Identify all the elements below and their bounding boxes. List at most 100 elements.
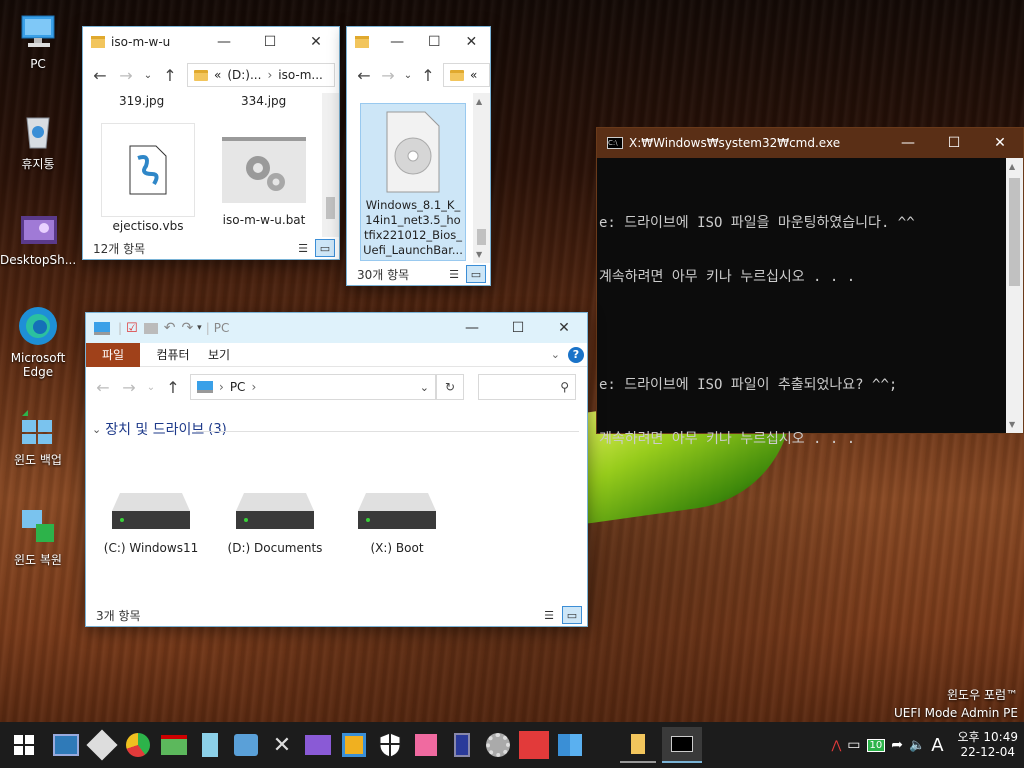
taskbar-app-anydesk-icon[interactable] xyxy=(516,727,552,763)
large-icons-view-button[interactable]: ▭ xyxy=(466,265,486,283)
minimize-button[interactable]: — xyxy=(379,27,416,57)
minimize-button[interactable]: — xyxy=(885,128,931,158)
taskbar-app-shield-icon[interactable] xyxy=(372,727,408,763)
close-button[interactable]: ✕ xyxy=(293,27,339,57)
file-name[interactable]: 334.jpg xyxy=(241,94,286,108)
section-header[interactable]: ⌄ 장치 및 드라이브 (3) xyxy=(92,419,227,439)
vertical-scrollbar[interactable]: ▲ ▼ xyxy=(1006,158,1023,433)
taskbar-app-network-icon[interactable] xyxy=(228,727,264,763)
new-folder-icon[interactable] xyxy=(143,322,158,334)
forward-arrow-icon[interactable]: → xyxy=(117,66,135,85)
title-bar[interactable]: | ☑ ↶ ↷ ▾ | PC — ☐ ✕ xyxy=(86,313,587,343)
vertical-scrollbar[interactable]: ▲ ▼ xyxy=(473,93,490,263)
console-output[interactable]: e: 드라이브에 ISO 파일을 마운팅하였습니다. ^^ 계속하려면 아무 키… xyxy=(597,158,1023,484)
title-bar[interactable]: — ☐ ✕ xyxy=(347,27,490,57)
explorer-window-iso-files[interactable]: — ☐ ✕ ← → ⌄ ↑ « Windows_8.1_K_ 14in1_net… xyxy=(346,26,491,286)
explorer-window-pc[interactable]: | ☑ ↶ ↷ ▾ | PC — ☐ ✕ 파일 컴퓨터 보기 ⌄ ? ← → ⌄… xyxy=(85,312,588,627)
desktop-icon-backup[interactable]: 윈도 백업 xyxy=(0,404,76,468)
tray-badge[interactable]: 10 xyxy=(866,738,886,752)
scrollbar-thumb[interactable] xyxy=(477,229,486,245)
large-icons-view-button[interactable]: ▭ xyxy=(315,239,335,257)
file-item-selected[interactable]: Windows_8.1_K_ 14in1_net3.5_ho tfix22101… xyxy=(360,103,466,261)
taskbar-app-desktop-icon[interactable] xyxy=(300,727,336,763)
drive-item-c[interactable]: (C:) Windows11 xyxy=(96,489,206,555)
details-view-button[interactable]: ☰ xyxy=(444,265,464,283)
up-arrow-icon[interactable]: ↑ xyxy=(161,66,179,85)
scrollbar-thumb[interactable] xyxy=(1009,178,1020,286)
taskbar-app-settings-icon[interactable] xyxy=(480,727,516,763)
address-segment[interactable]: iso-m... xyxy=(278,68,323,82)
desktop-icon-recycle-bin[interactable]: 휴지통 xyxy=(0,108,76,172)
help-icon[interactable]: ? xyxy=(568,346,584,363)
tray-network-icon[interactable]: ▭ xyxy=(847,737,860,753)
address-dropdown-icon[interactable]: ⌄ xyxy=(420,381,429,394)
taskbar-app-store-icon[interactable] xyxy=(408,727,444,763)
chevron-down-icon[interactable]: ⌄ xyxy=(143,70,153,81)
close-button[interactable]: ✕ xyxy=(977,128,1023,158)
scroll-down-icon[interactable]: ▼ xyxy=(1009,420,1015,429)
scroll-down-icon[interactable]: ▼ xyxy=(476,250,482,259)
tray-share-icon[interactable]: ➦ xyxy=(891,737,903,753)
drive-item-d[interactable]: (D:) Documents xyxy=(220,489,330,555)
maximize-button[interactable]: ☐ xyxy=(495,313,541,343)
large-icons-view-button[interactable]: ▭ xyxy=(562,606,582,624)
taskbar-app-tools-icon[interactable]: ✕ xyxy=(264,727,300,763)
expand-ribbon-icon[interactable]: ⌄ xyxy=(551,348,560,361)
taskbar-app-partition-icon[interactable] xyxy=(120,727,156,763)
address-segment[interactable]: (D:)... xyxy=(227,68,261,82)
refresh-icon[interactable]: ↻ xyxy=(436,374,464,400)
taskbar-file-explorer-button[interactable] xyxy=(620,727,656,763)
forward-arrow-icon[interactable]: → xyxy=(120,378,138,397)
scrollbar-thumb[interactable] xyxy=(326,197,335,219)
file-name[interactable]: 319.jpg xyxy=(119,94,164,108)
details-view-button[interactable]: ☰ xyxy=(293,239,313,257)
title-bar[interactable]: iso-m-w-u — ☐ ✕ xyxy=(83,27,339,57)
back-arrow-icon[interactable]: ← xyxy=(94,378,112,397)
undo-icon[interactable]: ↶ xyxy=(164,320,176,336)
file-list[interactable]: Windows_8.1_K_ 14in1_net3.5_ho tfix22101… xyxy=(347,93,473,263)
explorer-window-iso[interactable]: iso-m-w-u — ☐ ✕ ← → ⌄ ↑ « (D:)... › iso-… xyxy=(82,26,340,260)
chevron-down-icon[interactable]: ⌄ xyxy=(146,382,156,393)
taskbar-app-backup-icon[interactable] xyxy=(156,727,192,763)
customize-toolbar-icon[interactable]: ▾ xyxy=(197,323,202,333)
title-bar[interactable]: C:\ X:₩Windows₩system32₩cmd.exe — ☐ ✕ xyxy=(597,128,1023,158)
properties-icon[interactable]: ☑ xyxy=(126,321,138,336)
redo-icon[interactable]: ↷ xyxy=(181,320,193,336)
address-segment[interactable]: « xyxy=(470,68,477,82)
taskbar-app-explorer-copy-icon[interactable] xyxy=(336,727,372,763)
file-list[interactable]: 319.jpg 334.jpg ejectiso.vbs iso-m-w-u.b… xyxy=(83,93,322,237)
taskbar-cmd-button[interactable] xyxy=(662,727,702,763)
address-segment[interactable]: PC xyxy=(230,380,246,394)
desktop-icon-desktopshortcut[interactable]: DesktopSh... xyxy=(0,206,76,267)
address-segment[interactable]: « xyxy=(214,68,221,82)
scroll-up-icon[interactable]: ▲ xyxy=(476,97,482,106)
search-input[interactable]: ⚲ xyxy=(478,374,576,400)
minimize-button[interactable]: — xyxy=(201,27,247,57)
back-arrow-icon[interactable]: ← xyxy=(355,66,373,85)
back-arrow-icon[interactable]: ← xyxy=(91,66,109,85)
scroll-up-icon[interactable]: ▲ xyxy=(1009,162,1015,171)
taskbar-app-tablet-icon[interactable] xyxy=(444,727,480,763)
maximize-button[interactable]: ☐ xyxy=(416,27,453,57)
close-button[interactable]: ✕ xyxy=(541,313,587,343)
details-view-button[interactable]: ☰ xyxy=(539,606,559,624)
taskbar-app-taskmanager-icon[interactable] xyxy=(48,727,84,763)
clock[interactable]: 오후 10:49 22-12-04 xyxy=(958,730,1018,760)
chevron-down-icon[interactable]: ⌄ xyxy=(403,70,413,81)
forward-arrow-icon[interactable]: → xyxy=(379,66,397,85)
up-arrow-icon[interactable]: ↑ xyxy=(419,66,437,85)
tab-file[interactable]: 파일 xyxy=(86,342,140,367)
address-bar[interactable]: « (D:)... › iso-m... xyxy=(187,63,335,87)
taskbar-app-windows-icon[interactable] xyxy=(552,727,588,763)
tray-show-hidden-icon[interactable]: ⋀ xyxy=(831,738,841,752)
taskbar-app-notepad-icon[interactable] xyxy=(192,727,228,763)
tab-computer[interactable]: 컴퓨터 xyxy=(140,346,206,363)
minimize-button[interactable]: — xyxy=(449,313,495,343)
address-bar[interactable]: « xyxy=(443,63,490,87)
maximize-button[interactable]: ☐ xyxy=(931,128,977,158)
tab-view[interactable]: 보기 xyxy=(206,346,232,363)
taskbar-app-disk-tool-icon[interactable] xyxy=(84,727,120,763)
start-button[interactable] xyxy=(0,727,48,763)
file-item[interactable]: ejectiso.vbs xyxy=(100,123,196,233)
address-bar[interactable]: › PC › ⌄ xyxy=(190,374,436,400)
